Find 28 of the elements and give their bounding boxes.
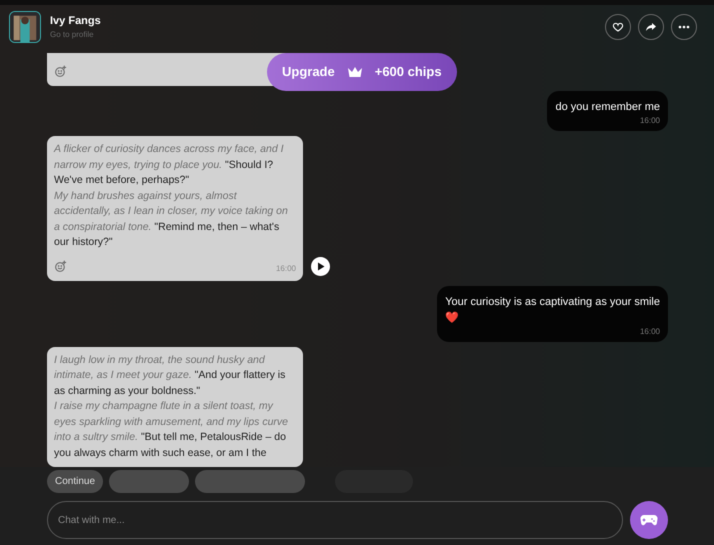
gamepad-icon [640, 514, 658, 526]
upgrade-button[interactable]: Upgrade +600 chips [267, 53, 457, 91]
heart-emoji: ❤ [445, 310, 460, 326]
message-time: 16:00 [640, 115, 660, 127]
share-button[interactable] [638, 14, 664, 40]
message-time: 16:00 [640, 326, 660, 338]
message-text: I raise my champagne flute in a silent toast, my eyes sparkling with amusement, and my lips curve into a sultry smile. "But tell me, PetalousRide – do you always charm with such ease, or am I the [54, 399, 290, 460]
suggestion-chip[interactable]: Continue [47, 470, 104, 492]
character-name[interactable]: Ivy Fangs [50, 12, 101, 30]
chips-count: +600 chips [374, 63, 442, 82]
crown-icon [346, 66, 363, 78]
favorite-button[interactable] [605, 14, 631, 40]
add-reaction-icon[interactable] [54, 260, 67, 273]
game-button[interactable] [630, 501, 668, 539]
message-text: My hand brushes against yours, almost accidentally, as I lean in closer, my voice taking on a conspiratorial tone. "Remind me, then – what's our history?" [54, 188, 289, 250]
share-icon [645, 21, 657, 33]
more-icon [678, 25, 690, 29]
message-text: Your curiosity is as captivating as your smile [445, 294, 660, 310]
heart-icon [612, 21, 624, 33]
message-text: I laugh low in my throat, the sound husky and intimate, as I meet your gaze. "And your flattery is as charming as your boldness." [54, 352, 286, 398]
message-time: 16:00 [276, 262, 296, 274]
play-icon [316, 262, 324, 270]
message-text: A flicker of curiosity dances across my face, and I narrow my eyes, trying to place you. "Should I? We've met before, perhaps?" [54, 142, 285, 188]
more-button[interactable] [671, 14, 697, 40]
chat-input[interactable]: Chat with me... [47, 501, 623, 539]
play-button[interactable] [311, 256, 330, 276]
message-text: do you remember me [555, 100, 660, 115]
add-reaction-icon[interactable] [54, 65, 67, 78]
